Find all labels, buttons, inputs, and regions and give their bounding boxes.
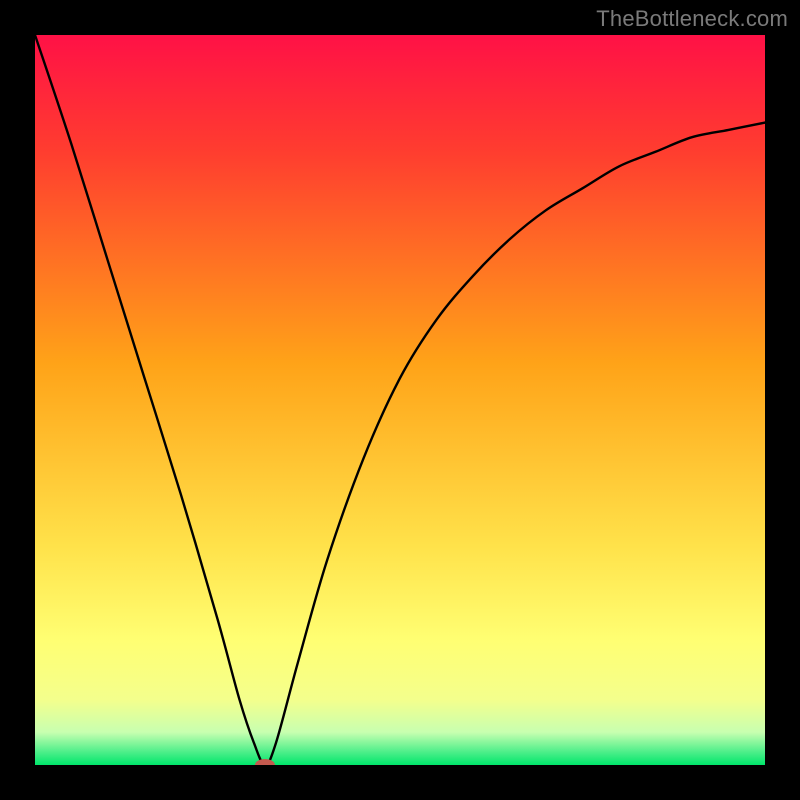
chart-frame: TheBottleneck.com	[0, 0, 800, 800]
gradient-background	[35, 35, 765, 765]
bottleneck-chart	[35, 35, 765, 765]
plot-area	[35, 35, 765, 765]
watermark-text: TheBottleneck.com	[596, 6, 788, 32]
